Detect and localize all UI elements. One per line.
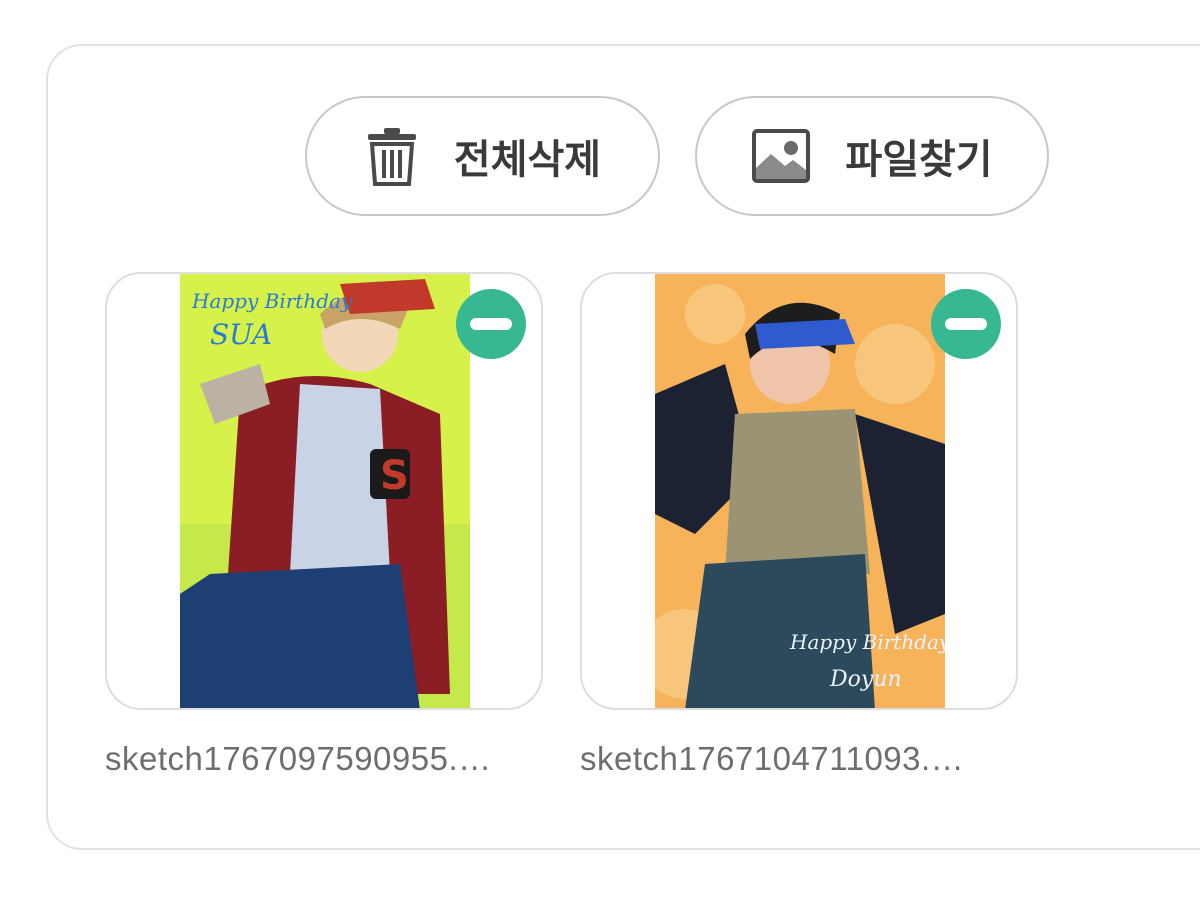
find-file-label: 파일찾기 <box>845 137 993 183</box>
art-caption-line2: SUA <box>210 318 272 351</box>
remove-attachment-button[interactable] <box>456 289 526 359</box>
art-caption-line1: Happy Birthday <box>789 630 945 654</box>
minus-circle-icon <box>470 318 512 330</box>
attachment-thumbnail[interactable]: S Happy Birthday SUA <box>105 272 543 710</box>
attachment-filename: sketch1767104711093.… <box>580 740 965 777</box>
attachment-filename: sketch1767097590955.… <box>105 740 492 777</box>
trash-icon <box>364 126 420 186</box>
delete-all-label: 전체삭제 <box>453 137 602 183</box>
attachment-image: Happy Birthday Doyun <box>655 274 945 708</box>
remove-attachment-button[interactable] <box>931 289 1001 359</box>
art-caption-line1: Happy Birthday <box>191 289 353 313</box>
art-caption-line2: Doyun <box>829 667 902 692</box>
attachment-thumbnail[interactable]: Happy Birthday Doyun <box>580 272 1018 710</box>
image-icon <box>751 128 811 184</box>
minus-circle-icon <box>945 318 987 330</box>
find-file-button[interactable]: 파일찾기 <box>695 96 1049 216</box>
jacket-letter: S <box>380 453 409 499</box>
delete-all-button[interactable]: 전체삭제 <box>305 96 660 216</box>
attachment-image: S Happy Birthday SUA <box>180 274 470 708</box>
